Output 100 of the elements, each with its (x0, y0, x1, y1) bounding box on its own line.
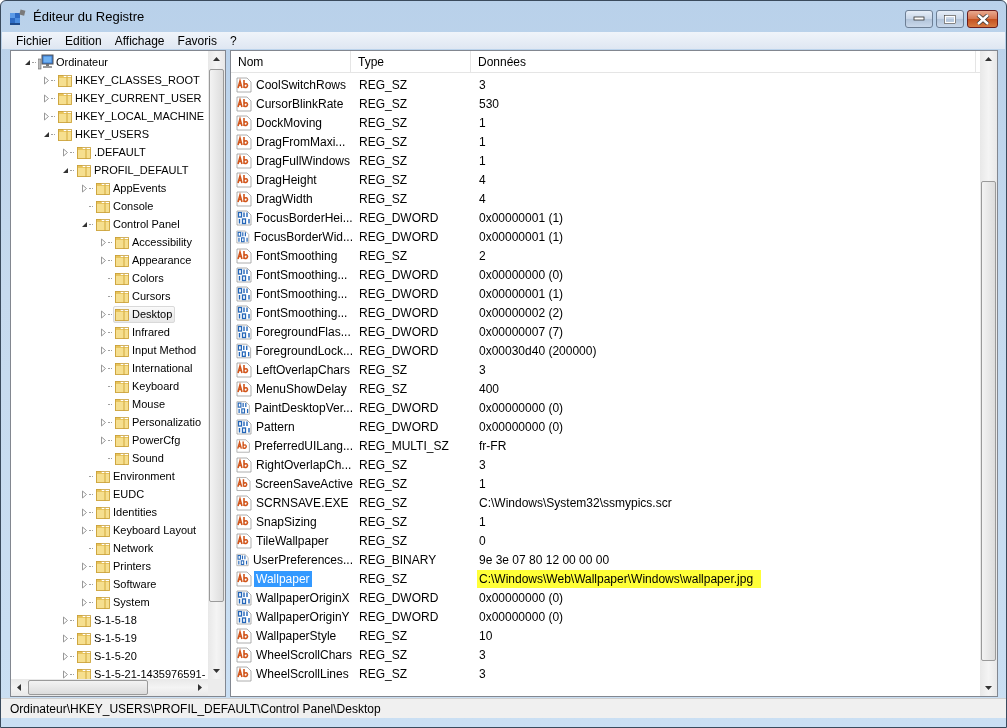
triangle-right-icon[interactable] (80, 597, 89, 607)
value-name[interactable]: FontSmoothing... (254, 266, 350, 283)
tree-item[interactable]: International (113, 359, 196, 377)
value-name[interactable]: DragWidth (254, 190, 315, 207)
scrollbar-thumb[interactable] (28, 680, 148, 695)
column-header[interactable]: Données (471, 51, 976, 72)
tree-item[interactable]: Ordinateur (37, 53, 111, 71)
triangle-right-icon[interactable] (99, 237, 108, 247)
value-name[interactable]: MenuShowDelay (254, 380, 349, 397)
value-name[interactable]: ScreenSaveActive (252, 475, 355, 492)
tree-item[interactable]: Identities (94, 503, 161, 521)
value-name[interactable]: DragFromMaxi... (254, 133, 348, 150)
value-name[interactable]: FocusBorderWid... (251, 228, 355, 245)
menu-item[interactable]: Affichage (107, 33, 171, 48)
triangle-right-icon[interactable] (61, 615, 70, 625)
tree-item[interactable]: Cursors (113, 287, 174, 305)
triangle-right-icon[interactable] (61, 633, 70, 643)
menu-item[interactable]: Edition (58, 33, 108, 48)
triangle-right-icon[interactable] (80, 561, 89, 571)
value-name[interactable]: FontSmoothing... (254, 304, 350, 321)
triangle-right-icon[interactable] (80, 579, 89, 589)
value-name[interactable]: Pattern (254, 418, 297, 435)
value-name[interactable]: UserPreferences... (250, 551, 355, 568)
tree-item[interactable]: PowerCfg (113, 431, 184, 449)
value-name[interactable]: ForegroundFlas... (254, 323, 353, 340)
value-name[interactable]: PreferredUILang... (252, 437, 355, 454)
triangle-right-icon[interactable] (99, 327, 108, 337)
tree-item[interactable]: S-1-5-19 (75, 629, 140, 647)
value-name[interactable]: FontSmoothing... (254, 285, 350, 302)
triangle-right-icon[interactable] (99, 255, 108, 265)
menu-item[interactable]: Favoris (170, 33, 223, 48)
triangle-right-icon[interactable] (61, 147, 70, 157)
tree-item[interactable]: S-1-5-18 (75, 611, 140, 629)
tree-item[interactable]: Appearance (113, 251, 195, 269)
tree-item[interactable]: Keyboard Layout (94, 521, 200, 539)
value-name[interactable]: PaintDesktopVer... (252, 399, 355, 416)
close-button[interactable] (967, 10, 998, 28)
triangle-right-icon[interactable] (80, 489, 89, 499)
value-name[interactable]: DockMoving (254, 114, 325, 131)
menu-item[interactable]: Fichier (9, 33, 58, 48)
tree-item[interactable]: Control Panel (94, 215, 183, 233)
triangle-right-icon[interactable] (80, 507, 89, 517)
value-name[interactable]: WallpaperStyle (254, 627, 339, 644)
tree-item[interactable]: Accessibility (113, 233, 195, 251)
value-name[interactable]: FocusBorderHei... (254, 209, 355, 226)
tree-item[interactable]: Desktop (113, 305, 176, 323)
value-name[interactable]: WheelScrollChars (254, 646, 355, 663)
value-name[interactable]: WallpaperOriginX (254, 589, 352, 606)
value-name[interactable]: ForegroundLock... (253, 342, 355, 359)
tree-item[interactable]: Software (94, 575, 160, 593)
triangle-right-icon[interactable] (80, 183, 89, 193)
tree-item[interactable]: AppEvents (94, 179, 170, 197)
value-name[interactable]: FontSmoothing (254, 247, 340, 264)
tree-item[interactable]: Infrared (113, 323, 173, 341)
tree-item[interactable]: System (94, 593, 153, 611)
triangle-right-icon[interactable] (42, 111, 51, 121)
value-name[interactable]: RightOverlapCh... (254, 456, 354, 473)
value-name[interactable]: DragHeight (254, 171, 319, 188)
triangle-right-icon[interactable] (80, 525, 89, 535)
tree-item[interactable]: .DEFAULT (75, 143, 149, 161)
value-name[interactable]: LeftOverlapChars (254, 361, 353, 378)
horizontal-scrollbar[interactable] (11, 679, 208, 696)
tree-item[interactable]: Mouse (113, 395, 169, 413)
triangle-right-icon[interactable] (99, 309, 108, 319)
triangle-right-icon[interactable] (99, 435, 108, 445)
value-name[interactable]: CoolSwitchRows (254, 76, 349, 93)
tree-item[interactable]: HKEY_USERS (56, 125, 152, 143)
tree-item[interactable]: HKEY_CLASSES_ROOT (56, 71, 203, 89)
tree-item[interactable]: Printers (94, 557, 154, 575)
value-name[interactable]: TileWallpaper (254, 532, 331, 549)
triangle-right-icon[interactable] (61, 651, 70, 661)
triangle-right-icon[interactable] (61, 669, 70, 679)
tree-item[interactable]: S-1-5-20 (75, 647, 140, 665)
menu-item[interactable]: ? (222, 33, 243, 48)
tree-item[interactable]: Input Method (113, 341, 200, 359)
tree-item[interactable]: EUDC (94, 485, 148, 503)
value-name[interactable]: WallpaperOriginY (254, 608, 352, 625)
tree-item[interactable]: PROFIL_DEFAULT (75, 161, 192, 179)
scrollbar-thumb[interactable] (981, 181, 996, 661)
scrollbar-thumb[interactable] (209, 69, 224, 602)
value-name[interactable]: DragFullWindows (254, 152, 353, 169)
value-name[interactable]: WheelScrollLines (254, 665, 351, 682)
tree-item[interactable]: HKEY_CURRENT_USER (56, 89, 205, 107)
column-header[interactable]: Type (351, 51, 471, 72)
tree-item[interactable]: Environment (94, 467, 178, 485)
tree-item[interactable]: HKEY_LOCAL_MACHINE (56, 107, 207, 125)
tree-item[interactable]: Network (94, 539, 157, 557)
triangle-right-icon[interactable] (42, 75, 51, 85)
triangle-right-icon[interactable] (99, 417, 108, 427)
triangle-right-icon[interactable] (42, 93, 51, 103)
maximize-button[interactable] (936, 10, 964, 28)
triangle-right-icon[interactable] (99, 363, 108, 373)
tree-item[interactable]: Console (94, 197, 157, 215)
tree-item[interactable]: Personalizatio (113, 413, 205, 431)
tree-item[interactable]: Colors (113, 269, 167, 287)
minimize-button[interactable] (905, 10, 933, 28)
value-name[interactable]: SCRNSAVE.EXE (254, 494, 351, 511)
tree-item[interactable]: Sound (113, 449, 167, 467)
vertical-scrollbar[interactable] (208, 51, 225, 679)
value-name[interactable]: SnapSizing (254, 513, 319, 530)
